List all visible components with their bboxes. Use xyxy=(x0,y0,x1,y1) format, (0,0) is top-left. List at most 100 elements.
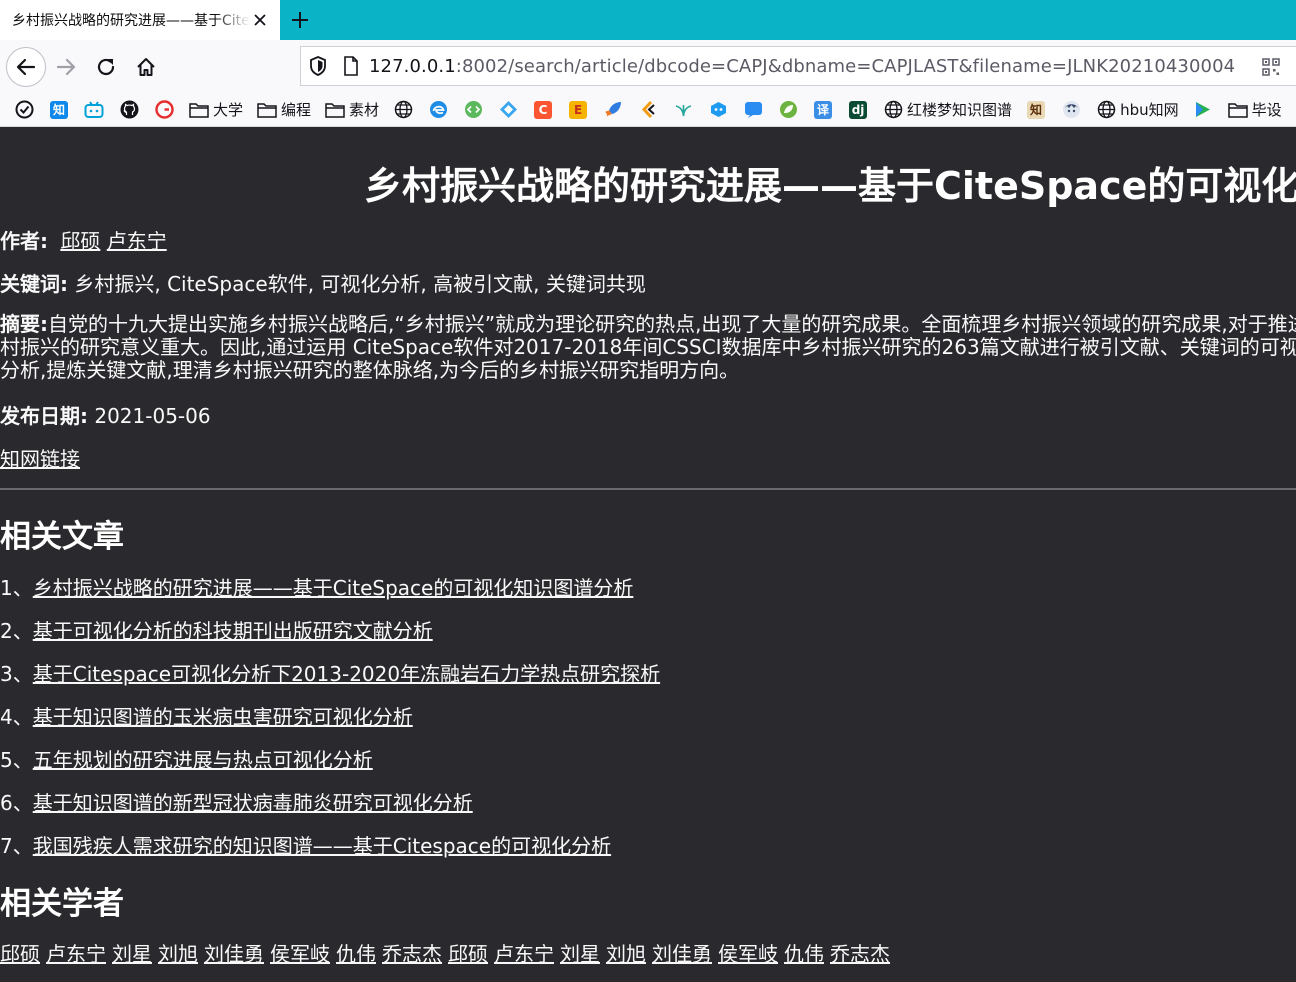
bookmark-check[interactable] xyxy=(14,100,34,120)
play-icon xyxy=(1193,100,1213,120)
bookmark-folder-sucai[interactable]: 素材 xyxy=(325,99,379,120)
authors-row: 作者: 邱硕 卢东宁 xyxy=(0,225,167,254)
bookmark-hbu[interactable]: hbu知网 xyxy=(1096,99,1179,120)
home-button[interactable] xyxy=(126,47,166,87)
scholar-link[interactable]: 侯军岐 xyxy=(270,942,330,966)
bookmark-spring[interactable] xyxy=(778,100,798,120)
bookmark-folder-biancheng[interactable]: 编程 xyxy=(257,99,311,120)
bookmark-code-green[interactable] xyxy=(463,100,483,120)
related-article-link[interactable]: 基于Citespace可视化分析下2013-2020年冻融岩石力学热点研究探析 xyxy=(33,662,660,686)
active-tab[interactable]: 乡村振兴战略的研究进展——基于CiteSpace的可视化知识图谱分析 xyxy=(0,0,280,40)
bookmark-chat[interactable] xyxy=(743,100,763,120)
page-info-icon[interactable] xyxy=(343,56,359,76)
scholar-link[interactable]: 邱硕 xyxy=(448,942,488,966)
folder-icon xyxy=(325,100,345,120)
scholar-link[interactable]: 乔志杰 xyxy=(382,942,442,966)
scholar-link[interactable]: 刘佳勇 xyxy=(652,942,712,966)
article-title: 乡村振兴战略的研究进展——基于CiteSpace的可视化知识图谱分析 xyxy=(364,164,1296,208)
bookmark-leaf[interactable] xyxy=(673,100,693,120)
scholar-link[interactable]: 刘旭 xyxy=(606,942,646,966)
item-number: 6、 xyxy=(0,791,33,815)
list-item: 4、基于知识图谱的玉米病虫害研究可视化分析 xyxy=(0,701,413,730)
spring-leaf-icon xyxy=(778,100,798,120)
author-link[interactable]: 邱硕 xyxy=(60,229,100,253)
bookmark-hongloumeng[interactable]: 红楼梦知识图谱 xyxy=(883,99,1012,120)
scholar-link[interactable]: 卢东宁 xyxy=(46,942,106,966)
bookmark-translate[interactable]: 译 xyxy=(813,100,833,120)
list-item: 3、基于Citespace可视化分析下2013-2020年冻融岩石力学热点研究探… xyxy=(0,658,660,687)
e-logo-icon: E xyxy=(568,100,588,120)
close-tab-icon[interactable] xyxy=(250,10,270,30)
keywords-value: 乡村振兴, CiteSpace软件, 可视化分析, 高被引文献, 关键词共现 xyxy=(74,272,646,296)
qr-code-icon[interactable] xyxy=(1262,58,1280,80)
folder-icon xyxy=(1227,100,1248,120)
bookmark-label: 大学 xyxy=(213,101,244,119)
related-articles-heading: 相关文章 xyxy=(0,519,124,555)
scholar-link[interactable]: 乔志杰 xyxy=(830,942,890,966)
related-scholars-heading: 相关学者 xyxy=(0,886,124,922)
g-logo-icon xyxy=(154,100,174,120)
related-article-link[interactable]: 乡村振兴战略的研究进展——基于CiteSpace的可视化知识图谱分析 xyxy=(33,576,634,600)
scholar-link[interactable]: 邱硕 xyxy=(0,942,40,966)
bookmark-play[interactable] xyxy=(1193,100,1213,120)
translate-icon: 译 xyxy=(813,100,833,120)
related-article-link[interactable]: 基于知识图谱的新型冠状病毒肺炎研究可视化分析 xyxy=(33,791,473,815)
zhihu-icon: 知 xyxy=(49,100,69,120)
related-article-link[interactable]: 我国残疾人需求研究的知识图谱——基于Citespace的可视化分析 xyxy=(33,834,611,858)
keywords-label: 关键词: xyxy=(0,272,68,296)
scholar-link[interactable]: 仇伟 xyxy=(336,942,376,966)
scholar-link[interactable]: 刘旭 xyxy=(158,942,198,966)
scholar-link[interactable]: 仇伟 xyxy=(784,942,824,966)
shield-icon[interactable] xyxy=(309,56,327,76)
tab-title: 乡村振兴战略的研究进展——基于CiteSpace的可视化知识图谱分析 xyxy=(12,13,250,29)
cnki-link-row: 知网链接 xyxy=(0,443,80,472)
bookmark-bilibili[interactable] xyxy=(84,100,104,120)
url-path: :8002/search/article/dbcode=CAPJ&dbname=… xyxy=(455,55,1236,77)
bookmark-folder-bishe[interactable]: 毕设 xyxy=(1227,99,1282,120)
cnki-link[interactable]: 知网链接 xyxy=(0,447,80,471)
new-tab-icon[interactable] xyxy=(280,0,320,40)
forward-button[interactable] xyxy=(46,47,86,87)
author-link[interactable]: 卢东宁 xyxy=(107,229,167,253)
related-article-link[interactable]: 基于知识图谱的玉米病虫害研究可视化分析 xyxy=(33,705,413,729)
bookmark-calligraphy[interactable]: 知 xyxy=(1026,100,1046,120)
item-number: 4、 xyxy=(0,705,33,729)
folder-icon xyxy=(257,100,277,120)
scholar-link[interactable]: 刘星 xyxy=(112,942,152,966)
bookmark-globe-1[interactable] xyxy=(393,100,413,120)
keywords-row: 关键词: 乡村振兴, CiteSpace软件, 可视化分析, 高被引文献, 关键… xyxy=(0,268,646,297)
bookmark-avatar[interactable] xyxy=(1061,100,1081,120)
code-icon xyxy=(463,100,483,120)
bookmark-folder-daxue[interactable]: 大学 xyxy=(189,99,243,120)
item-number: 3、 xyxy=(0,662,33,686)
bookmark-g[interactable] xyxy=(154,100,174,120)
bookmark-django[interactable]: dj xyxy=(848,100,868,120)
bookmark-zhihu[interactable]: 知 xyxy=(49,100,69,120)
reload-icon xyxy=(97,58,115,75)
bookmark-rocket[interactable] xyxy=(603,100,623,120)
bookmark-diamond[interactable] xyxy=(498,100,518,120)
bookmark-github[interactable] xyxy=(119,100,139,120)
publish-date: 2021-05-06 xyxy=(94,404,211,428)
back-button[interactable] xyxy=(6,46,46,87)
bookmark-csdn[interactable]: C xyxy=(533,100,553,120)
bookmark-bot[interactable] xyxy=(708,100,728,120)
robot-icon xyxy=(708,100,728,120)
bookmark-chevron[interactable] xyxy=(638,100,658,120)
url-text[interactable]: 127.0.0.1:8002/search/article/dbcode=CAP… xyxy=(369,56,1235,77)
leaf-icon xyxy=(673,100,693,120)
scholar-link[interactable]: 刘佳勇 xyxy=(204,942,264,966)
chat-icon xyxy=(743,100,763,120)
bookmark-edge[interactable] xyxy=(428,100,448,120)
item-number: 7、 xyxy=(0,834,33,858)
reload-button[interactable] xyxy=(86,47,126,87)
date-row: 发布日期: 2021-05-06 xyxy=(0,400,211,429)
related-article-link[interactable]: 基于可视化分析的科技期刊出版研究文献分析 xyxy=(33,619,433,643)
url-bar[interactable]: 127.0.0.1:8002/search/article/dbcode=CAP… xyxy=(300,46,1296,86)
scholar-link[interactable]: 卢东宁 xyxy=(494,942,554,966)
scholar-link[interactable]: 刘星 xyxy=(560,942,600,966)
related-article-link[interactable]: 五年规划的研究进展与热点可视化分析 xyxy=(33,748,373,772)
scholar-link[interactable]: 侯军岐 xyxy=(718,942,778,966)
list-item: 2、基于可视化分析的科技期刊出版研究文献分析 xyxy=(0,615,433,644)
bookmark-e[interactable]: E xyxy=(568,100,588,120)
